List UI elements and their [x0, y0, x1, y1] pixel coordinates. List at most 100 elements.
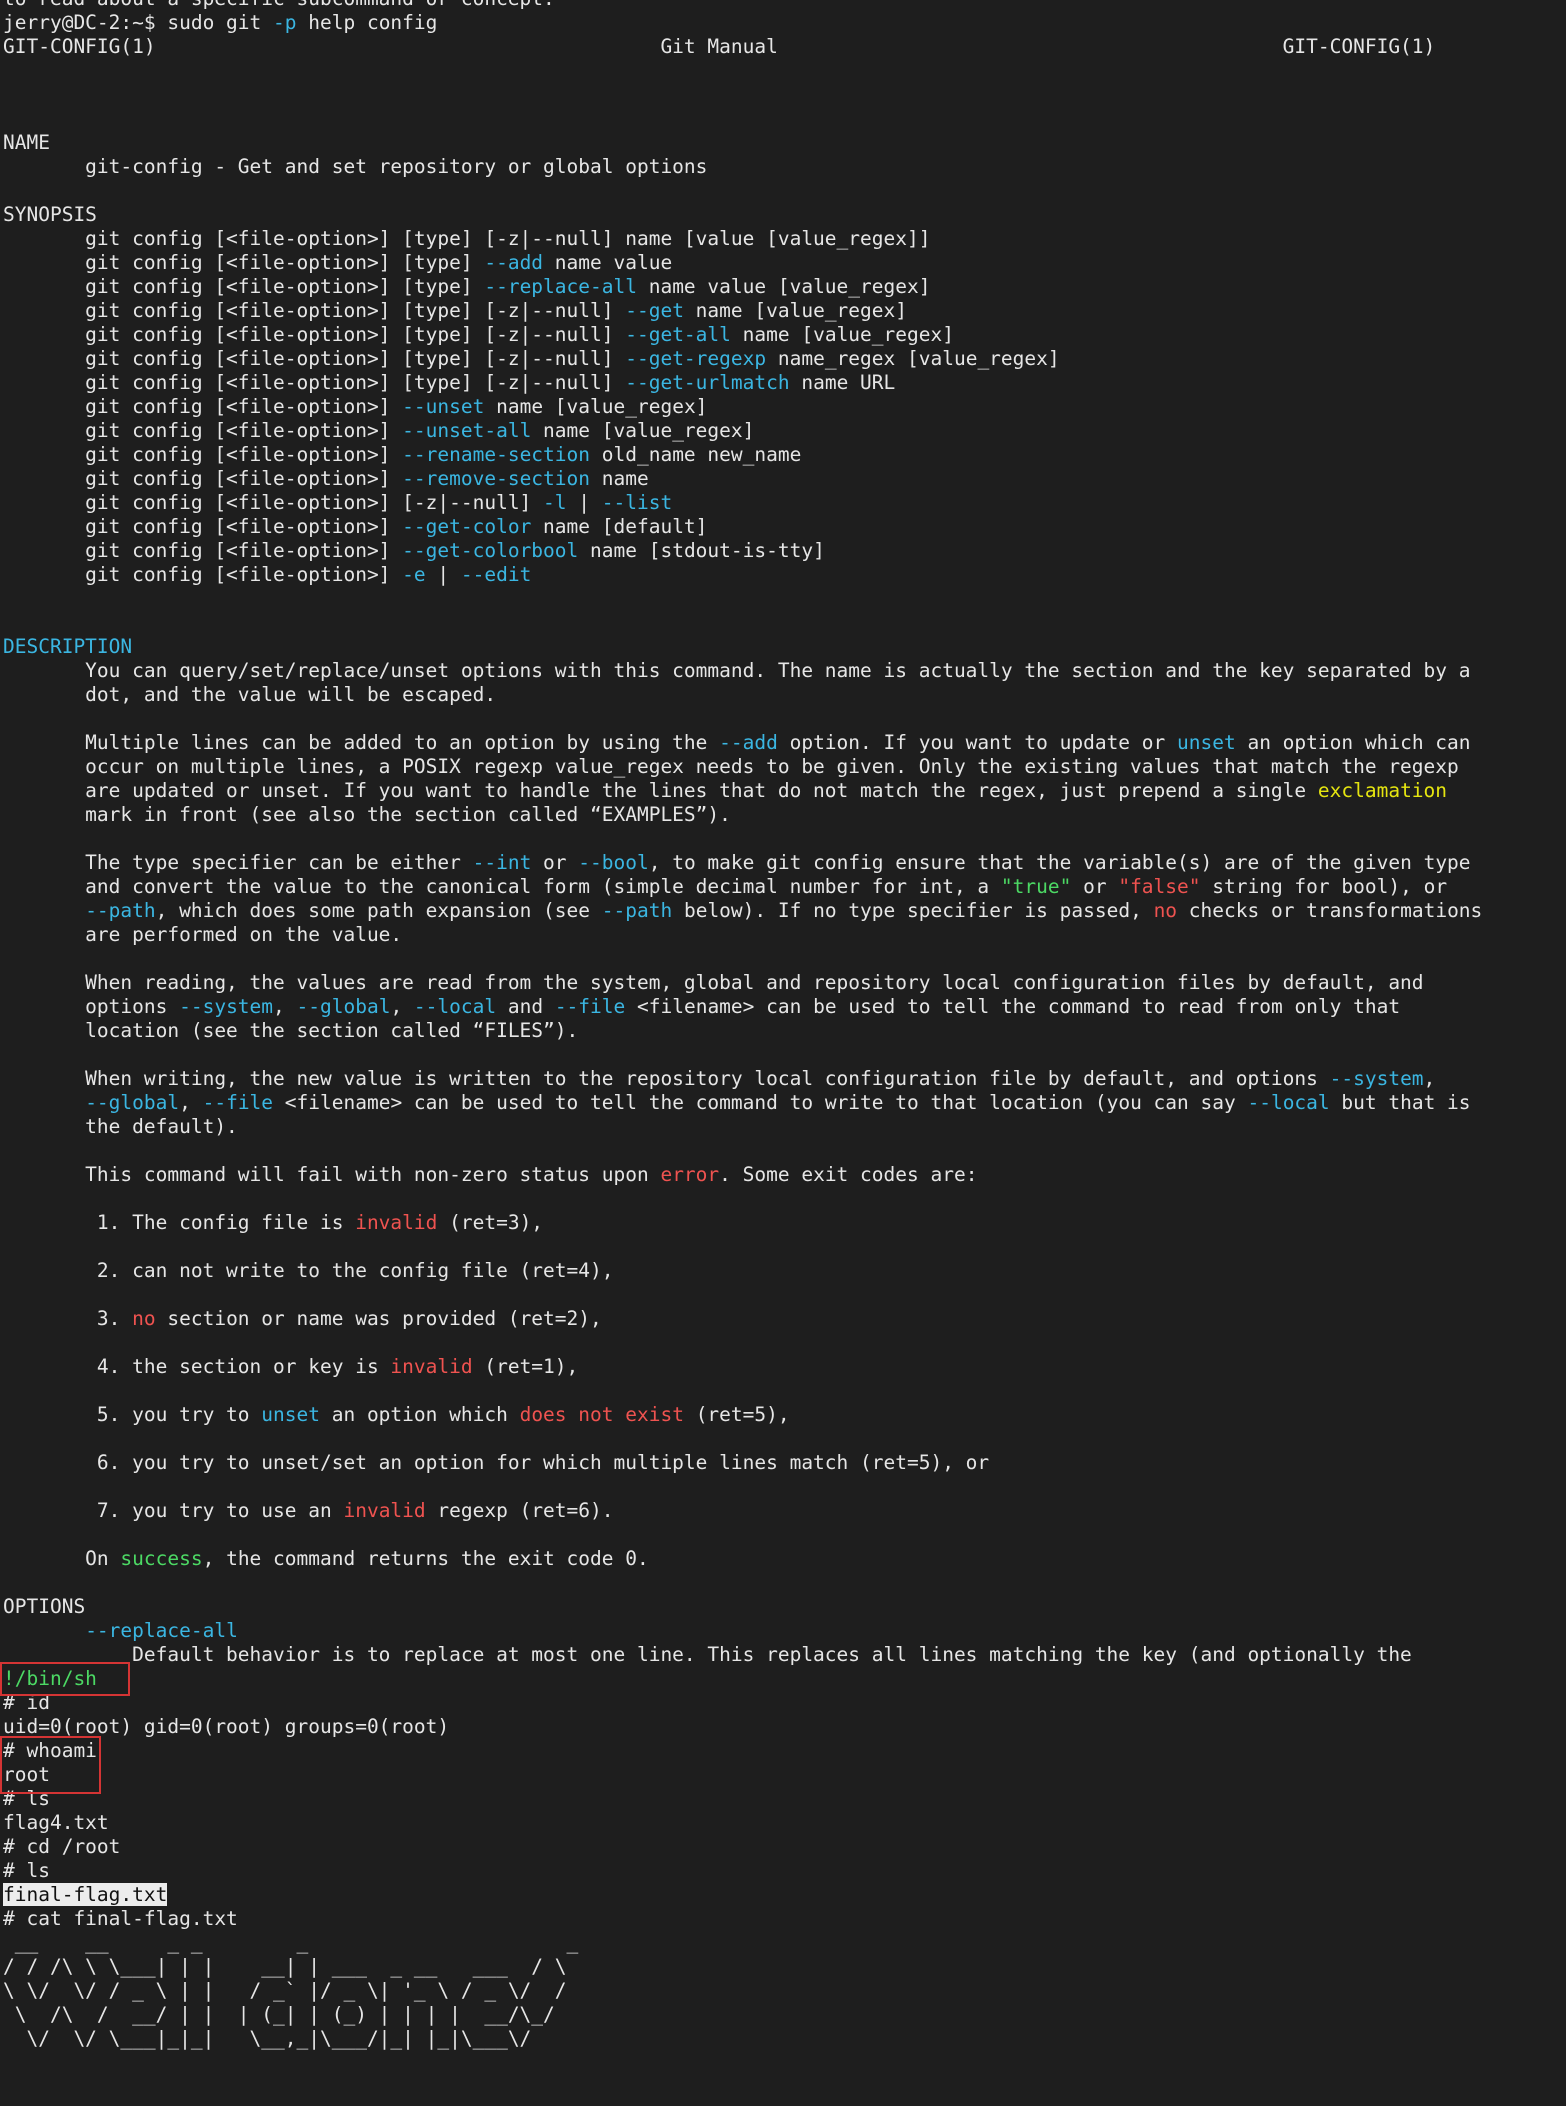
terminal-text: --rename-section [402, 443, 591, 466]
terminal-text: # ls [3, 1787, 50, 1810]
terminal-text: git config [<file-option>] [3, 443, 403, 466]
terminal-text: git config [<file-option>] [type] [3, 251, 485, 274]
terminal-line: # whoami [3, 1739, 1563, 1763]
terminal-line: git config [<file-option>] -e | --edit [3, 563, 1563, 587]
terminal-line: git config [<file-option>] --unset-all n… [3, 419, 1563, 443]
terminal-text: --file [554, 995, 626, 1018]
terminal-text: --edit [460, 563, 532, 586]
terminal-text: --replace-all [85, 1619, 238, 1642]
terminal-line: git config [<file-option>] --rename-sect… [3, 443, 1563, 467]
terminal-text: regexp (ret=6). [425, 1499, 614, 1522]
terminal-line: uid=0(root) gid=0(root) groups=0(root) [3, 1715, 1563, 1739]
terminal-text: # cat final-flag.txt [3, 1907, 238, 1930]
terminal-text: --unset-all [402, 419, 532, 442]
terminal-line: GIT-CONFIG(1) Git Manual GIT-CONFIG(1) [3, 35, 1563, 59]
terminal-line: git config [<file-option>] --get-color n… [3, 515, 1563, 539]
terminal-line: --replace-all [3, 1619, 1563, 1643]
terminal-text: , which does some path expansion (see [155, 899, 602, 922]
terminal-line: git config [<file-option>] [type] [-z|--… [3, 323, 1563, 347]
terminal-text: | [425, 563, 461, 586]
terminal-line: 2. can not write to the config file (ret… [3, 1259, 1563, 1283]
terminal-text: When reading, the values are read from t… [3, 971, 1424, 994]
terminal-text: <filename> can be used to tell the comma… [273, 1091, 1248, 1114]
terminal-text: 1. The config file is [3, 1211, 356, 1234]
terminal-text: --replace-all [484, 275, 637, 298]
terminal-text: Default behavior is to replace at most o… [3, 1643, 1412, 1666]
terminal-text: to read about a specific subcommand or c… [3, 0, 555, 10]
terminal-line: When reading, the values are read from t… [3, 971, 1563, 995]
terminal-text: git config [<file-option>] [type] [-z|--… [3, 371, 626, 394]
terminal-text: flag4.txt [3, 1811, 109, 1834]
terminal-text: , [1423, 1067, 1436, 1090]
terminal-text: --add [719, 731, 778, 754]
terminal-line: options --system, --global, --local and … [3, 995, 1563, 1019]
terminal-text: name value [543, 251, 673, 274]
terminal-line: # id [3, 1691, 1563, 1715]
terminal-text: --get-color [402, 515, 532, 538]
terminal-text: OPTIONS [3, 1595, 86, 1618]
terminal-line: 6. you try to unset/set an option for wh… [3, 1451, 1563, 1475]
terminal-text: --int [472, 851, 532, 874]
terminal-text: git config [<file-option>] [type] [-z|--… [3, 299, 626, 322]
terminal-text: --path [601, 899, 673, 922]
terminal-text: git config [<file-option>] [3, 419, 403, 442]
terminal-text: or [531, 851, 579, 874]
terminal-text: options [3, 995, 180, 1018]
terminal-text: --system [1329, 1067, 1424, 1090]
terminal-text: , to make git config ensure that the var… [648, 851, 1471, 874]
terminal-text: --global [85, 1091, 180, 1114]
terminal-text: . Some exit codes are: [719, 1163, 978, 1186]
terminal-text: On [3, 1547, 121, 1570]
terminal-text: This command will fail with non-zero sta… [3, 1163, 661, 1186]
terminal-line: flag4.txt [3, 1811, 1563, 1835]
terminal-text: success [120, 1547, 203, 1570]
terminal-text: # whoami [3, 1739, 97, 1762]
terminal-line: 3. no section or name was provided (ret=… [3, 1307, 1563, 1331]
terminal-line: are updated or unset. If you want to han… [3, 779, 1563, 803]
terminal-line: DESCRIPTION [3, 635, 1563, 659]
terminal-text: git config [<file-option>] [type] [-z|--… [3, 323, 626, 346]
terminal-line: # cd /root [3, 1835, 1563, 1859]
terminal-text: --list [601, 491, 673, 514]
terminal-text: --get [625, 299, 684, 322]
terminal-text: are updated or unset. If you want to han… [3, 779, 1318, 802]
terminal-text: , [179, 1091, 203, 1114]
terminal-text: help config [296, 11, 438, 34]
terminal-text: 4. the section or key is [3, 1355, 391, 1378]
terminal-line: git config [<file-option>] [type] [-z|--… [3, 299, 1563, 323]
terminal-line: This command will fail with non-zero sta… [3, 1163, 1563, 1187]
terminal-line: --path, which does some path expansion (… [3, 899, 1563, 923]
terminal-text: --file [202, 1091, 274, 1114]
terminal-text: The type specifier can be either [3, 851, 473, 874]
terminal-line: mark in front (see also the section call… [3, 803, 1563, 827]
terminal-text: -l [543, 491, 567, 514]
terminal-text: location (see the section called “FILES”… [3, 1019, 579, 1042]
terminal-text: Multiple lines can be added to an option… [3, 731, 720, 754]
terminal-text: name [value_regex] [484, 395, 708, 418]
terminal-text: NAME [3, 131, 50, 154]
terminal-text: "true" [1000, 875, 1072, 898]
terminal-text: git-config - Get and set repository or g… [3, 155, 708, 178]
terminal-line: 1. The config file is invalid (ret=3), [3, 1211, 1563, 1235]
terminal-line: 5. you try to unset an option which does… [3, 1403, 1563, 1427]
terminal-line: When writing, the new value is written t… [3, 1067, 1563, 1091]
terminal-text: an option which can [1235, 731, 1471, 754]
terminal-line: Multiple lines can be added to an option… [3, 731, 1563, 755]
terminal-text: , [273, 995, 297, 1018]
terminal-output[interactable]: to read about a specific subcommand or c… [3, 0, 1563, 2051]
terminal-text: name value [value_regex] [636, 275, 931, 298]
terminal-text: # cd /root [3, 1835, 121, 1858]
terminal-text: SYNOPSIS [3, 203, 97, 226]
terminal-text: --bool [578, 851, 649, 874]
terminal-text: git config [<file-option>] [type] [-z|--… [3, 347, 626, 370]
